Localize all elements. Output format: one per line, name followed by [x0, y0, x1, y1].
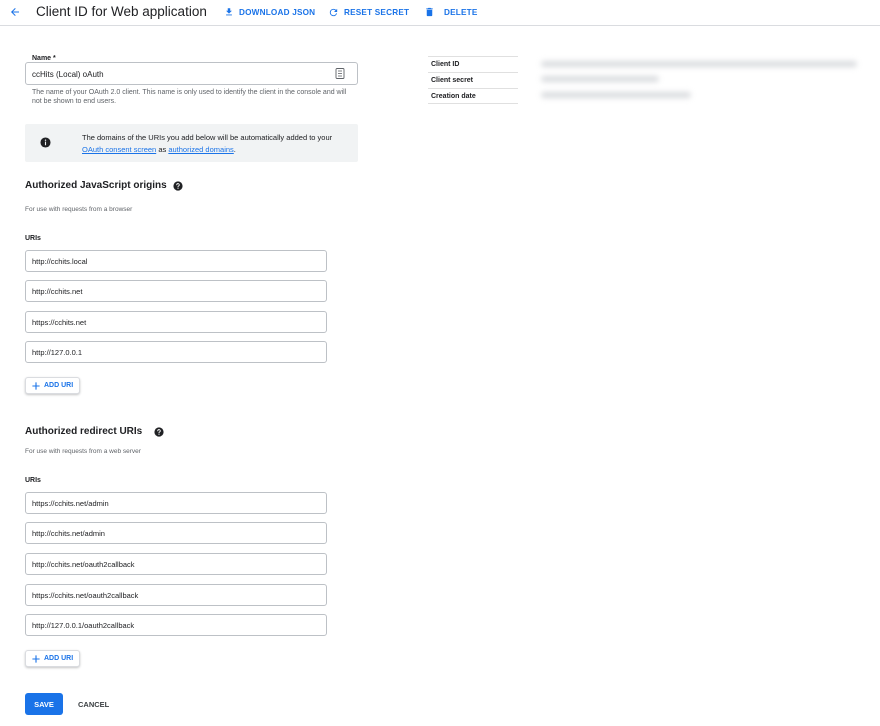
- redirect-uris-heading: Authorized redirect URIs: [25, 426, 164, 437]
- js-origins-subtitle: For use with requests from a browser: [25, 206, 133, 213]
- refresh-icon: [329, 8, 338, 16]
- client-id-label: Client ID: [428, 56, 518, 72]
- help-icon[interactable]: [173, 180, 183, 191]
- redirect-uri-input[interactable]: https://cchits.net/oauth2callback: [25, 584, 327, 606]
- download-json-button[interactable]: DOWNLOAD JSON: [224, 5, 315, 19]
- trash-icon: [426, 7, 433, 17]
- cancel-button[interactable]: CANCEL: [72, 693, 115, 715]
- js-origin-uri-input[interactable]: https://cchits.net: [25, 311, 327, 333]
- redacted-client-id: [541, 61, 857, 67]
- name-input[interactable]: ccHits (Local) oAuth: [25, 62, 358, 85]
- text-field-icon: [335, 68, 345, 79]
- js-origins-title: Authorized JavaScript origins: [25, 180, 167, 191]
- info-text: The domains of the URIs you add below wi…: [82, 132, 352, 156]
- redacted-client-secret: [541, 76, 659, 82]
- delete-button[interactable]: DELETE: [424, 5, 478, 19]
- info-text-before: The domains of the URIs you add below wi…: [82, 133, 333, 142]
- plus-icon: [32, 381, 40, 390]
- reset-secret-button[interactable]: RESET SECRET: [328, 5, 409, 19]
- arrow-back-icon: [11, 8, 19, 16]
- back-button[interactable]: [6, 3, 24, 21]
- info-text-middle: as: [158, 145, 167, 154]
- client-details-table: Client ID Client secret Creation date: [428, 56, 518, 104]
- redacted-creation-date: [541, 92, 691, 98]
- help-icon[interactable]: [154, 426, 164, 437]
- download-icon: [226, 8, 232, 16]
- download-json-label: DOWNLOAD JSON: [239, 7, 316, 17]
- js-origin-uri-input[interactable]: http://cchits.net: [25, 280, 327, 302]
- reset-secret-label: RESET SECRET: [344, 7, 410, 17]
- redirect-add-uri-label: ADD URI: [44, 655, 74, 662]
- info-icon: [40, 137, 51, 148]
- redacted-client-values: [535, 58, 860, 104]
- redirect-add-uri-button[interactable]: ADD URI: [25, 650, 81, 667]
- save-button[interactable]: SAVE: [25, 693, 63, 715]
- redirect-uris-subtitle: For use with requests from a web server: [25, 448, 141, 455]
- redirect-uris-label: URIs: [25, 477, 41, 484]
- redirect-uri-input[interactable]: https://cchits.net/admin: [25, 492, 327, 514]
- name-input-value: ccHits (Local) oAuth: [32, 70, 104, 79]
- redirect-uris-title: Authorized redirect URIs: [25, 426, 143, 437]
- page-title: Client ID for Web application: [36, 4, 207, 19]
- redirect-uri-input[interactable]: http://cchits.net/oauth2callback: [25, 553, 327, 575]
- js-add-uri-label: ADD URI: [44, 382, 74, 389]
- plus-icon: [32, 654, 40, 663]
- name-helper-text: The name of your OAuth 2.0 client. This …: [32, 89, 347, 105]
- authorized-domains-link[interactable]: authorized domains: [168, 145, 233, 154]
- redirect-uri-input[interactable]: http://127.0.0.1/oauth2callback: [25, 614, 327, 636]
- js-uris-label: URIs: [25, 235, 41, 242]
- creation-date-label: Creation date: [428, 88, 518, 104]
- oauth-consent-link[interactable]: OAuth consent screen: [82, 145, 156, 154]
- js-add-uri-button[interactable]: ADD URI: [25, 377, 81, 394]
- js-origins-heading: Authorized JavaScript origins: [25, 180, 183, 191]
- redirect-uri-input[interactable]: http://cchits.net/admin: [25, 522, 327, 544]
- js-origin-uri-input[interactable]: http://cchits.local: [25, 250, 327, 272]
- js-origin-uri-input[interactable]: http://127.0.0.1: [25, 341, 327, 363]
- name-field-label: Name *: [30, 55, 58, 62]
- client-secret-label: Client secret: [428, 72, 518, 88]
- delete-label: DELETE: [444, 7, 478, 17]
- info-text-end: .: [233, 145, 236, 154]
- top-app-bar: Client ID for Web application DOWNLOAD J…: [0, 0, 880, 26]
- domains-info-box: The domains of the URIs you add below wi…: [25, 124, 358, 162]
